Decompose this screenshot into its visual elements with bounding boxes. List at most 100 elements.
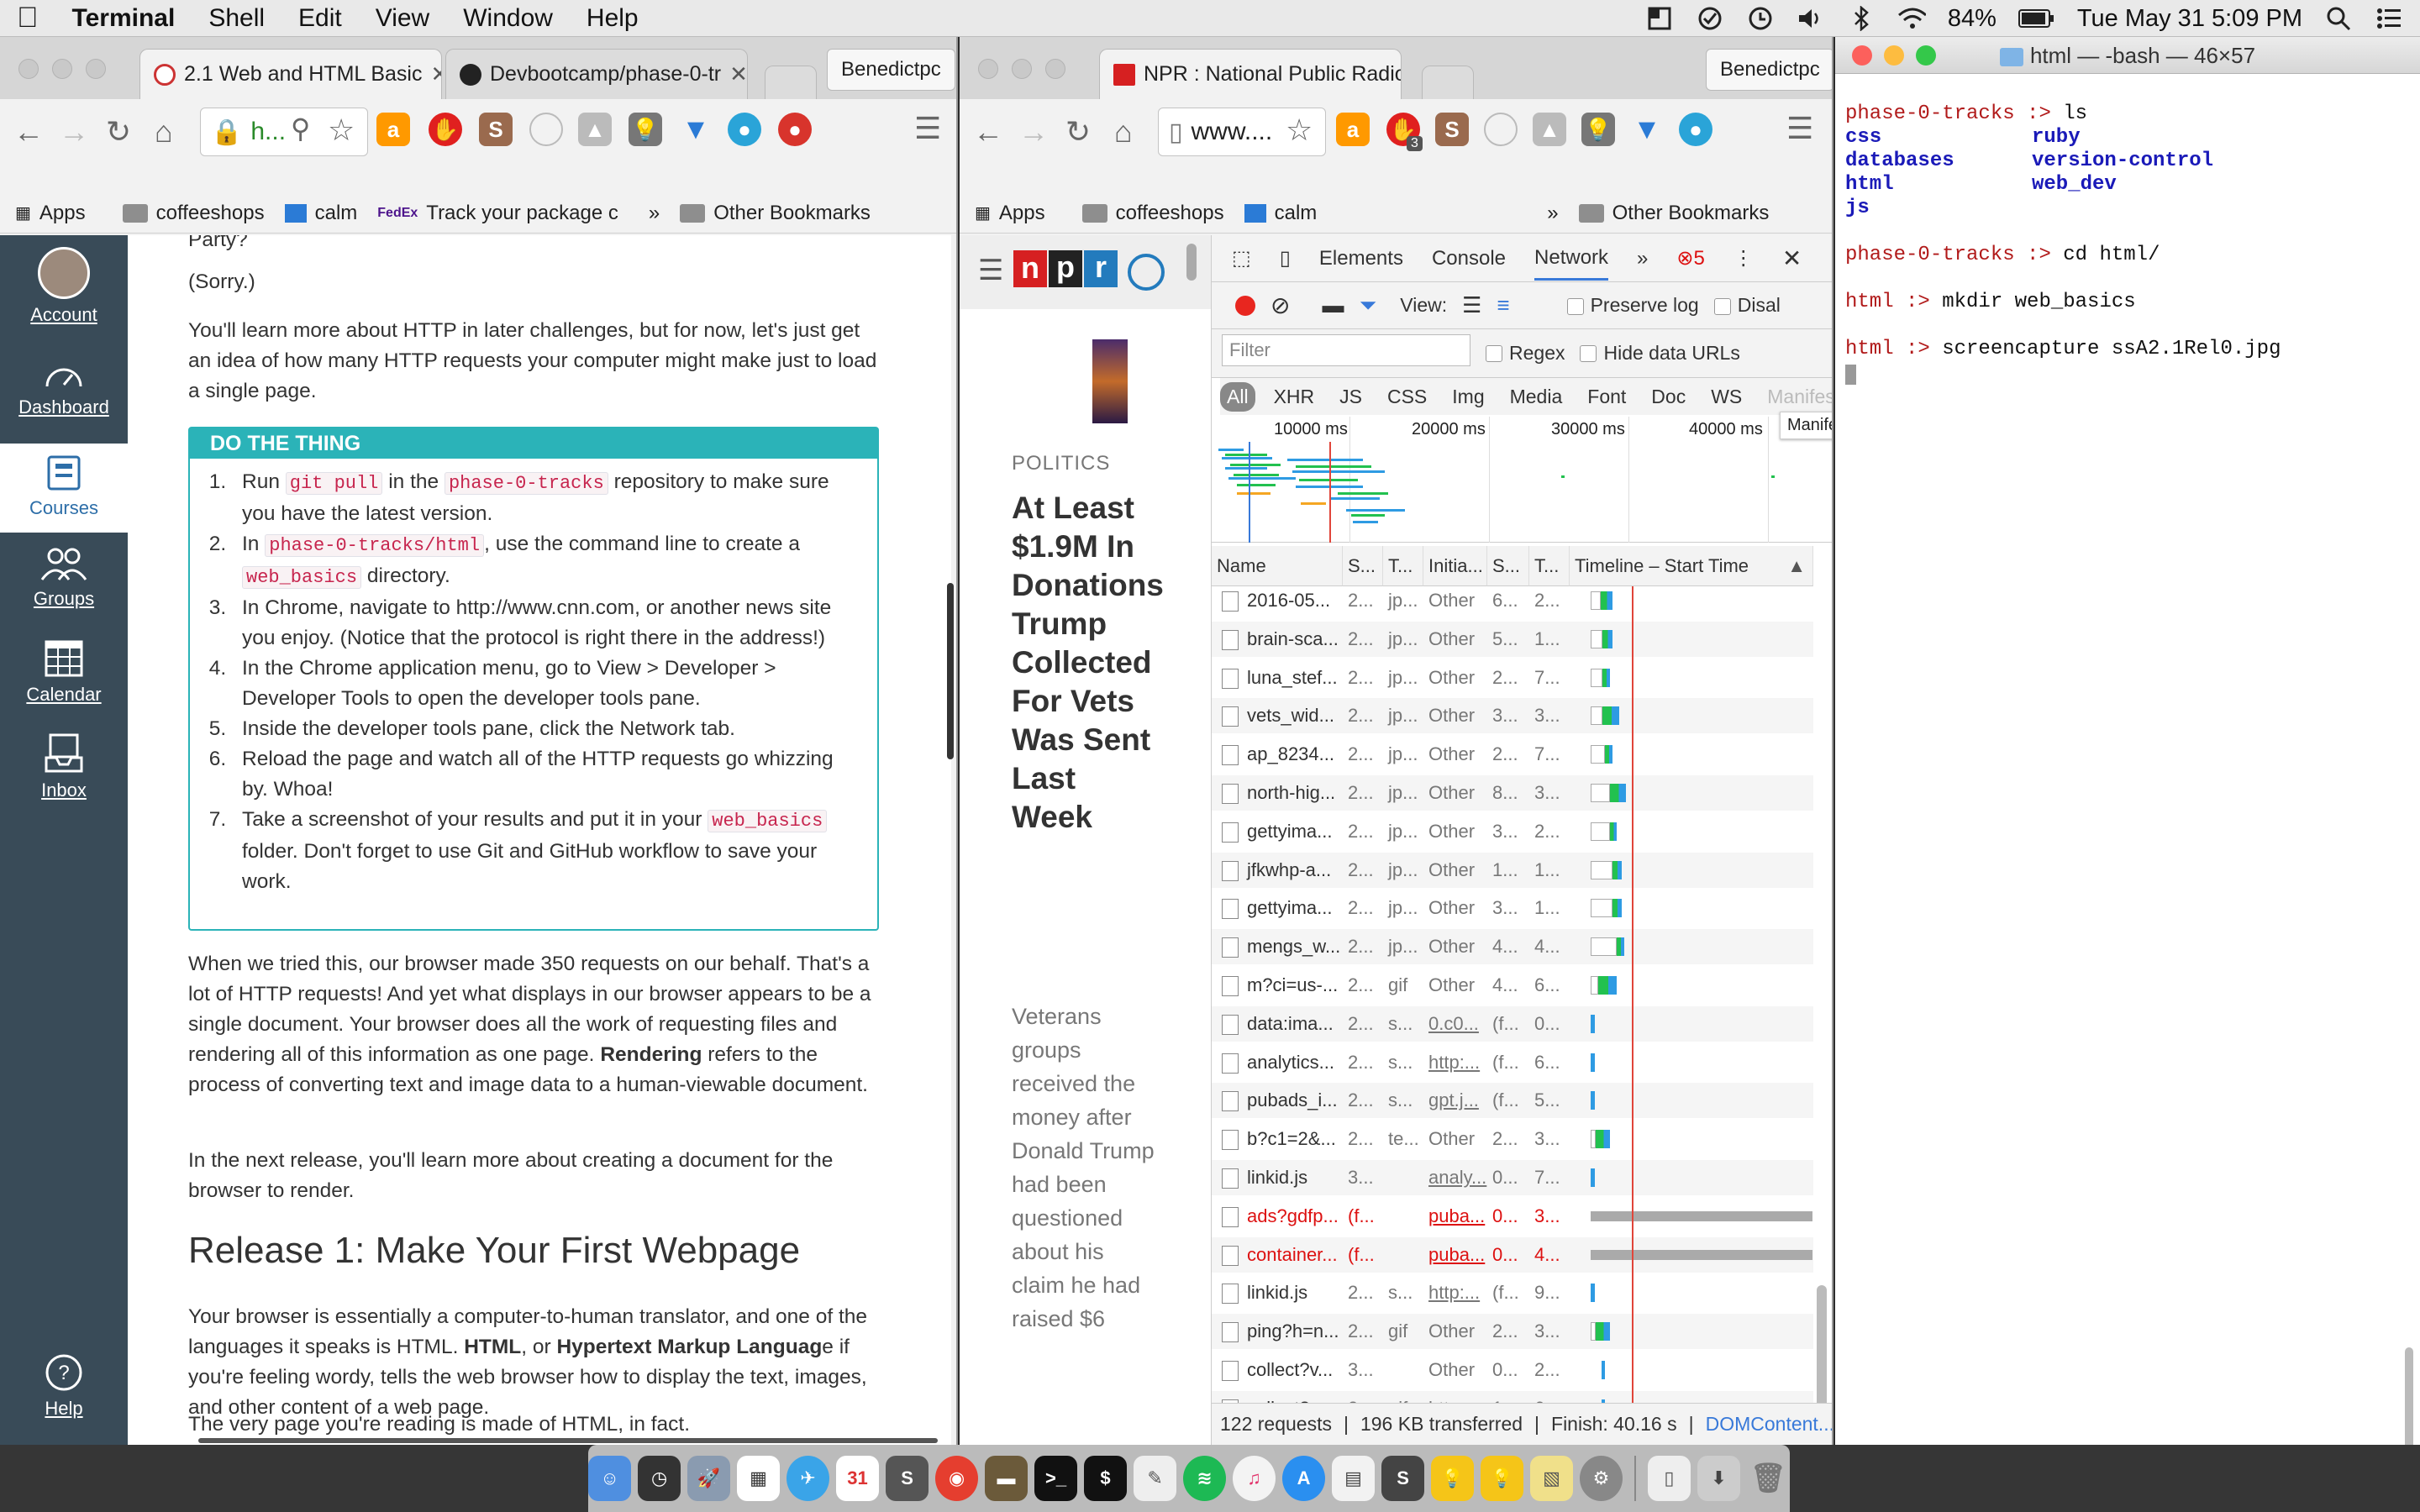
- bookmark-other[interactable]: Other Bookmarks: [1578, 202, 1769, 225]
- lightbulb-app-2-icon[interactable]: 💡: [1481, 1456, 1524, 1501]
- col-initiator[interactable]: Initia...: [1423, 546, 1487, 586]
- type-filter-media[interactable]: Media: [1503, 382, 1570, 412]
- request-row[interactable]: ap_8234... 2... jp... Other 2... 7...: [1212, 737, 1813, 772]
- more-bookmarks-chevron-icon[interactable]: »: [1547, 202, 1558, 225]
- preserve-log-checkbox[interactable]: Preserve log: [1566, 294, 1699, 317]
- nav-inbox[interactable]: Inbox: [0, 732, 128, 801]
- zoom-window-button[interactable]: [1045, 59, 1065, 79]
- tab-github-phase-0[interactable]: Devbootcamp/phase-0-tr ✕: [445, 49, 748, 99]
- overview-waterfall-icon[interactable]: ≡: [1497, 292, 1509, 318]
- close-window-button[interactable]: [18, 59, 39, 79]
- horizontal-scrollbar[interactable]: [198, 1438, 938, 1443]
- menu-edit[interactable]: Edit: [281, 4, 359, 33]
- disable-cache-checkbox[interactable]: Disal: [1713, 294, 1781, 317]
- request-row[interactable]: data:ima... 2... s... 0.c0... (f... 0...: [1212, 1005, 1813, 1042]
- type-filter-doc[interactable]: Doc: [1644, 382, 1692, 412]
- nav-groups[interactable]: Groups: [0, 546, 128, 610]
- slides-icon[interactable]: ▬: [985, 1456, 1028, 1501]
- sublime-icon[interactable]: S: [886, 1456, 929, 1501]
- request-row[interactable]: 2016-05... 2... jp... Other 6... 2...: [1212, 583, 1813, 618]
- request-row[interactable]: linkid.js 2... s... http:... (f... 9...: [1212, 1275, 1813, 1310]
- type-filter-js[interactable]: JS: [1333, 382, 1369, 412]
- profile-button[interactable]: Benedictpc: [1706, 49, 1832, 91]
- window-manager-icon[interactable]: [1645, 6, 1674, 31]
- notes-icon[interactable]: ▤: [1332, 1456, 1376, 1501]
- type-filter-ws[interactable]: WS: [1704, 382, 1749, 412]
- bookmark-coffeeshops[interactable]: coffeeshops: [122, 202, 265, 225]
- app-menu[interactable]: Terminal: [55, 4, 192, 33]
- request-row[interactable]: vets_wid... 2... jp... Other 3... 3...: [1212, 698, 1813, 734]
- itunes-icon[interactable]: ♫: [1233, 1456, 1276, 1501]
- trash-icon[interactable]: 🗑: [1747, 1456, 1790, 1501]
- close-window-button[interactable]: [978, 59, 998, 79]
- circle-extension-icon[interactable]: [1484, 113, 1518, 146]
- device-mode-icon[interactable]: ▯: [1280, 246, 1291, 270]
- amazon-extension-icon[interactable]: a: [1336, 113, 1370, 146]
- eye-extension-icon[interactable]: ●: [1679, 113, 1712, 146]
- capture-screenshots-icon[interactable]: ▬: [1322, 292, 1344, 318]
- request-row[interactable]: jfkwhp-a... 2... jp... Other 1... 1...: [1212, 852, 1813, 888]
- new-tab-button[interactable]: [1422, 66, 1474, 99]
- reload-icon[interactable]: ↻: [106, 114, 131, 150]
- request-row[interactable]: mengs_w... 2... jp... Other 4... 4...: [1212, 929, 1813, 965]
- npr-scrollbar[interactable]: [1186, 244, 1197, 281]
- textedit-icon[interactable]: ✎: [1134, 1456, 1177, 1501]
- close-window-button[interactable]: [1852, 45, 1872, 66]
- request-row[interactable]: north-hig... 2... jp... Other 8... 3...: [1212, 775, 1813, 811]
- cell-init[interactable]: gpt.j...: [1423, 1083, 1487, 1118]
- minimize-window-button[interactable]: [1884, 45, 1904, 66]
- menu-help[interactable]: Help: [570, 4, 655, 33]
- devtools-menu-icon[interactable]: ⋮: [1733, 246, 1754, 270]
- menu-view[interactable]: View: [359, 4, 446, 33]
- story-headline[interactable]: At Least $1.9M In Donations Trump Collec…: [1012, 489, 1164, 837]
- story-card[interactable]: POLITICS At Least $1.9M In Donations Tru…: [985, 312, 1178, 1445]
- eye-extension-icon[interactable]: ●: [728, 113, 761, 146]
- new-tab-button[interactable]: [765, 66, 817, 99]
- pin-extension-icon[interactable]: ▼: [1630, 113, 1664, 146]
- filter-input[interactable]: Filter: [1222, 334, 1470, 366]
- request-row[interactable]: gettyima... 2... jp... Other 3... 1...: [1212, 890, 1813, 926]
- error-count[interactable]: ⊗5: [1676, 246, 1704, 270]
- clock[interactable]: Tue May 31 5:09 PM: [2077, 5, 2302, 33]
- col-size[interactable]: S...: [1487, 546, 1529, 586]
- bulb-extension-icon[interactable]: 💡: [629, 113, 662, 146]
- type-filter-font[interactable]: Font: [1581, 382, 1633, 412]
- close-tab-icon[interactable]: ✕: [729, 61, 747, 87]
- cell-init[interactable]: puba...: [1423, 1237, 1487, 1273]
- forward-arrow-icon[interactable]: →: [59, 114, 89, 150]
- bookmark-apps[interactable]: ▦ Apps: [975, 202, 1045, 225]
- bulb-extension-icon[interactable]: 💡: [1581, 113, 1615, 146]
- search-icon[interactable]: ⚲: [291, 113, 310, 144]
- bookmark-calm[interactable]: calm: [284, 202, 357, 225]
- apple-menu-icon[interactable]: : [0, 2, 55, 34]
- tab-web-html-basics[interactable]: 2.1 Web and HTML Basic ✕: [139, 49, 442, 99]
- forward-arrow-icon[interactable]: →: [1018, 114, 1049, 150]
- skitch-icon[interactable]: S: [1381, 1456, 1425, 1501]
- home-icon[interactable]: ⌂: [155, 114, 173, 150]
- request-row[interactable]: ads?gdfp... (f... puba... 0... 3...: [1212, 1199, 1813, 1234]
- request-row[interactable]: collect?v... 3... Other 0... 2...: [1212, 1352, 1813, 1388]
- close-tab-icon[interactable]: ✕: [430, 61, 441, 87]
- type-filter-all[interactable]: All: [1220, 381, 1255, 412]
- large-rows-icon[interactable]: ☰: [1462, 292, 1481, 318]
- documents-stack-icon[interactable]: ▯: [1647, 1456, 1691, 1501]
- col-timeline[interactable]: Timeline – Start Time ▲: [1570, 546, 1813, 586]
- iterm-icon[interactable]: $: [1084, 1456, 1128, 1501]
- app-store-icon[interactable]: A: [1282, 1456, 1326, 1501]
- col-status[interactable]: S...: [1343, 546, 1383, 586]
- inspect-element-icon[interactable]: ⬚: [1232, 246, 1251, 270]
- radio-player-icon[interactable]: [1128, 254, 1165, 291]
- home-icon[interactable]: ⌂: [1114, 114, 1133, 150]
- profile-button[interactable]: Benedictpc: [827, 49, 955, 91]
- system-preferences-icon[interactable]: ⚙: [1580, 1456, 1623, 1501]
- request-row[interactable]: linkid.js 3... analy... 0... 7...: [1212, 1160, 1813, 1195]
- request-row[interactable]: ping?h=n... 2... gif Other 2... 3...: [1212, 1314, 1813, 1350]
- time-machine-icon[interactable]: [1746, 6, 1775, 31]
- bookmark-star-icon[interactable]: ☆: [1286, 113, 1313, 148]
- minimize-window-button[interactable]: [1012, 59, 1032, 79]
- request-row[interactable]: pubads_i... 2... s... gpt.j... (f... 5...: [1212, 1083, 1813, 1119]
- bookmark-other[interactable]: Other Bookmarks: [680, 202, 871, 225]
- finder-icon[interactable]: ☺: [588, 1456, 632, 1501]
- wifi-icon[interactable]: [1897, 6, 1926, 31]
- cell-init[interactable]: http:...: [1423, 1275, 1487, 1310]
